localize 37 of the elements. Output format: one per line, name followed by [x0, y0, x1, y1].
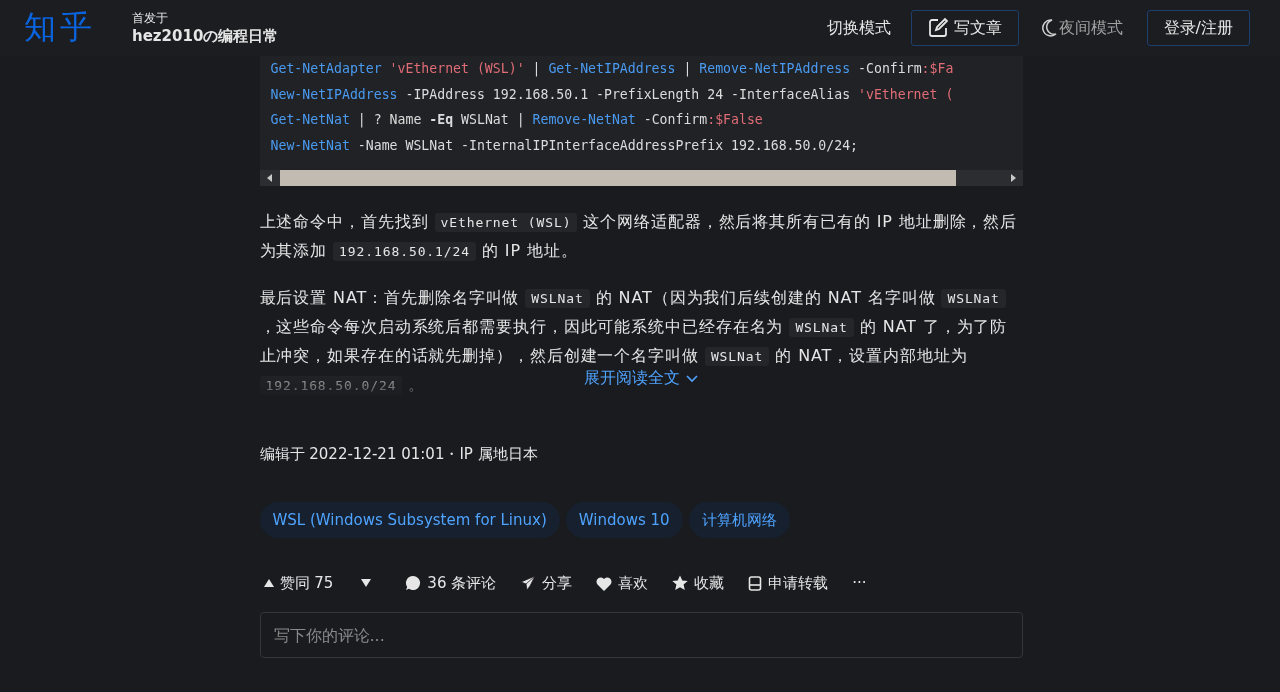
code-line: Get-NetNat | ? Name -Eq WSLNat | Remove-NetNat -Confirm:$False [269, 111, 764, 130]
paragraph: 上述命令中，首先找到 vEthernet (WSL) 这个网络适配器，然后将其所有已有的 IP 地址删除，然后为其添加 192.168.50.1/24 的 IP 地址。 [259, 211, 1019, 263]
star-icon [672, 575, 689, 591]
like-button[interactable]: 喜欢 [592, 573, 653, 593]
write-article-button[interactable]: 写文章 [910, 10, 1019, 46]
heart-icon [596, 575, 613, 591]
horizontal-scrollbar[interactable] [259, 170, 1023, 186]
comment-button[interactable]: 36 条评论 [401, 573, 501, 593]
code-line: New-NetIPAddress -IPAddress 192.168.50.1 -PrefixLength 24 -InterfaceAlias 'vEthernet ( [269, 85, 955, 104]
code-line: New-NetNat -Name WSLNat -InternalIPInterfaceAddressPrefix 192.168.50.0/24; [269, 136, 860, 155]
speech-bubble-icon [405, 575, 422, 591]
column-name[interactable]: hez2010の编程日常 [132, 27, 279, 46]
night-mode-button[interactable]: 夜间模式 [1030, 11, 1133, 45]
triangle-up-icon [263, 579, 274, 587]
triangle-down-icon [361, 579, 372, 587]
paper-plane-icon [520, 575, 537, 591]
scroll-right-icon[interactable] [1008, 174, 1017, 182]
login-button[interactable]: 登录/注册 [1146, 10, 1250, 46]
moon-icon [1040, 19, 1057, 37]
chevron-down-icon [686, 374, 698, 383]
code-line: Get-NetAdapter 'vEthernet (WSL)' | Get-NetIPAddress | Remove-NetIPAddress -Confirm:$Fa [269, 60, 955, 79]
column-label: 首发于 [132, 10, 169, 27]
comment-field[interactable]: 写下你的评论... [259, 612, 1023, 658]
share-button[interactable]: 分享 [516, 573, 577, 593]
edit-icon [927, 18, 948, 38]
expand-link[interactable]: 展开阅读全文 [584, 368, 698, 389]
scroll-left-icon[interactable] [265, 174, 274, 182]
topic-tag[interactable]: WSL (Windows Subsystem for Linux) [259, 502, 560, 538]
upvote-button[interactable]: 赞同 75 [259, 573, 338, 593]
edit-time: 编辑于 2022-12-21 01:01・IP 属地日本 [259, 445, 539, 464]
switch-mode-button[interactable]: 切换模式 [816, 11, 901, 45]
document-icon [748, 575, 763, 591]
topic-tag[interactable]: Windows 10 [565, 502, 683, 538]
favorite-button[interactable]: 收藏 [668, 573, 729, 593]
more-button[interactable]: ··· [848, 574, 871, 592]
repost-button[interactable]: 申请转载 [744, 573, 833, 593]
topic-tag[interactable]: 计算机网络 [688, 502, 790, 538]
